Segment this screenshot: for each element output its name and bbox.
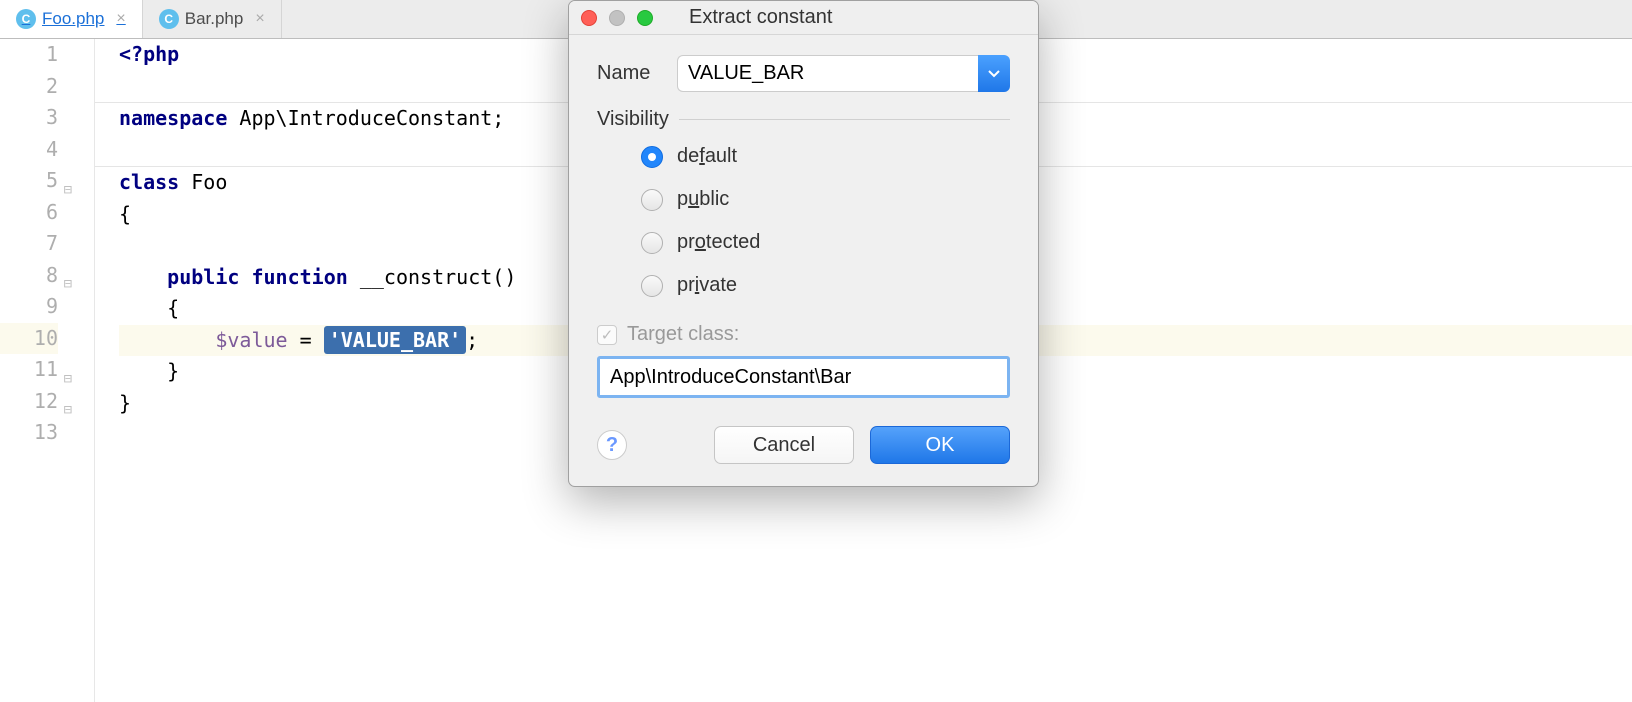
fold-icon[interactable]: ⊟ [60,269,72,281]
line-number: 6 [0,197,58,229]
line-number: 8⊟ [0,260,58,292]
radio-private[interactable]: private [641,274,1010,297]
target-class-checkbox[interactable]: ✓ [597,325,617,345]
radio-icon [641,275,663,297]
extract-constant-dialog: Extract constant Name Visibility default [568,0,1039,487]
line-number: 10 [0,323,58,355]
tab-label: Foo.php [42,9,104,29]
gutter: 1 2 3 4 5⊟ 6 7 8⊟ 9 10 11⊟ 12⊟ 13 [0,39,95,702]
titlebar: Extract constant [569,1,1038,35]
line-number: 1 [0,39,58,71]
target-class-label: Target class: [627,323,739,346]
class-icon: C [159,9,179,29]
line-number: 2 [0,71,58,103]
ok-button[interactable]: OK [870,426,1010,464]
cancel-button[interactable]: Cancel [714,426,854,464]
line-number: 7 [0,228,58,260]
line-number: 5⊟ [0,165,58,197]
minimize-window-icon[interactable] [609,10,625,26]
fold-icon[interactable]: ⊟ [60,175,72,187]
close-icon[interactable]: × [116,10,125,28]
line-number: 13 [0,417,58,449]
line-number: 3 [0,102,58,134]
traffic-lights [581,10,653,26]
dropdown-icon[interactable] [978,55,1010,92]
selected-string: 'VALUE_BAR' [324,326,466,354]
radio-icon [641,146,663,168]
name-label: Name [597,62,659,85]
visibility-radio-group: default public protected private [597,145,1010,297]
name-input[interactable] [677,55,978,92]
help-button[interactable]: ? [597,430,627,460]
fold-icon[interactable]: ⊟ [60,364,72,376]
close-window-icon[interactable] [581,10,597,26]
line-number: 11⊟ [0,354,58,386]
line-number: 12⊟ [0,386,58,418]
tab-foo-php[interactable]: C Foo.php × [0,0,143,38]
radio-public[interactable]: public [641,188,1010,211]
dialog-title: Extract constant [653,6,1026,29]
radio-icon [641,189,663,211]
visibility-label: Visibility [597,108,669,131]
close-icon[interactable]: × [255,10,264,28]
target-class-input[interactable] [597,356,1010,398]
radio-default[interactable]: default [641,145,1010,168]
radio-icon [641,232,663,254]
fold-icon[interactable]: ⊟ [60,395,72,407]
tab-label: Bar.php [185,9,244,29]
zoom-window-icon[interactable] [637,10,653,26]
line-number: 9 [0,291,58,323]
tab-bar-php[interactable]: C Bar.php × [143,0,282,38]
line-number: 4 [0,134,58,166]
radio-protected[interactable]: protected [641,231,1010,254]
class-icon: C [16,9,36,29]
name-combobox[interactable] [677,55,1010,92]
